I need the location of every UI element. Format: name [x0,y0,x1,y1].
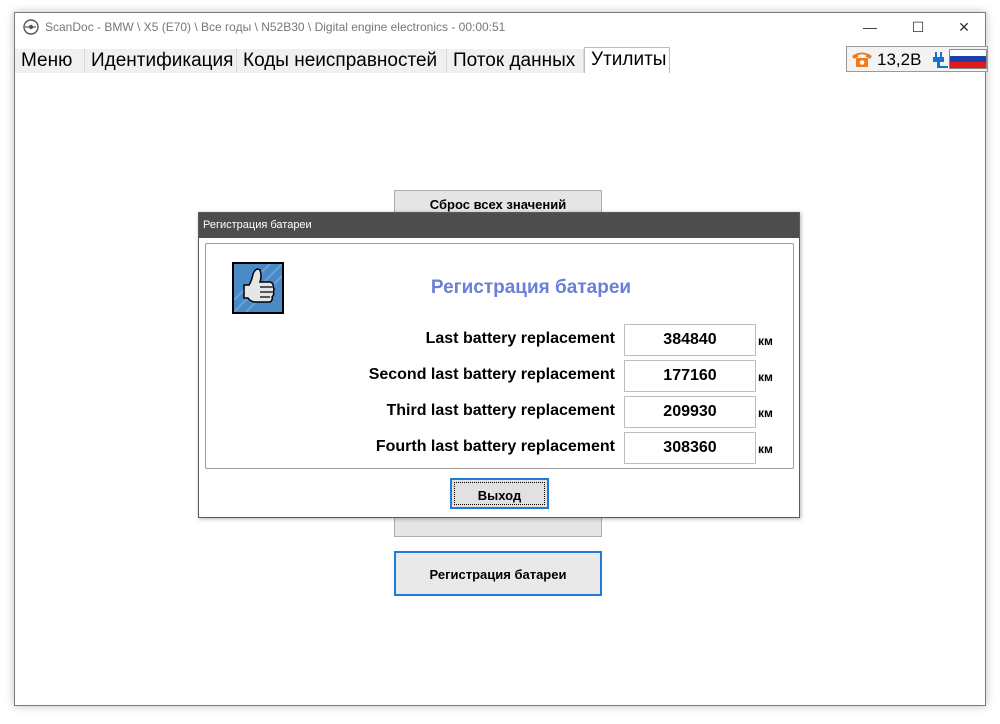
minimize-button[interactable]: — [847,13,893,41]
third-last-replacement-value: 209930 [624,396,756,428]
phone-icon [852,52,872,67]
close-icon: ✕ [958,18,970,35]
maximize-button[interactable]: ☐ [895,13,941,41]
scandoc-logo-icon [23,19,39,35]
fourth-last-replacement-unit: км [758,442,773,456]
second-last-replacement-unit: км [758,370,773,384]
app-window: ScanDoc - BMW \ X5 (E70) \ Все годы \ N5… [14,12,988,706]
window-title: ScanDoc - BMW \ X5 (E70) \ Все годы \ N5… [45,20,506,34]
battery-registration-button[interactable]: Регистрация батареи [394,551,602,596]
battery-registration-dialog: Регистрация батареи Регистрация батареи … [198,212,800,518]
minimize-icon: — [863,19,877,35]
voltage-readout: 13,2В [877,50,922,69]
status-panel: 13,2В [846,46,988,72]
maximize-icon: ☐ [911,18,925,35]
fourth-last-replacement-value: 308360 [624,432,756,464]
title-bar: ScanDoc - BMW \ X5 (E70) \ Все годы \ N5… [15,13,985,41]
dialog-panel: Регистрация батареи Last battery replace… [205,243,794,469]
fourth-last-replacement-label: Fourth last battery replacement [375,438,615,455]
last-replacement-unit: км [758,334,773,348]
third-last-replacement-unit: км [758,406,773,420]
dialog-title: Регистрация батареи [199,213,799,238]
last-replacement-value: 384840 [624,324,756,356]
power-plug-icon [933,52,948,68]
second-last-replacement-value: 177160 [624,360,756,392]
exit-button[interactable]: Выход [450,478,549,509]
tab-data-stream[interactable]: Поток данных [447,49,584,73]
close-button[interactable]: ✕ [941,13,987,41]
russia-flag-icon[interactable] [949,49,987,69]
last-replacement-label: Last battery replacement [425,330,615,347]
second-last-replacement-label: Second last battery replacement [368,366,615,383]
thumbs-up-icon [232,262,284,314]
exit-button-label: Выход [454,482,545,505]
dialog-heading: Регистрация батареи [430,277,632,298]
tab-bar: Меню Идентификация Коды неисправностей П… [15,47,985,73]
third-last-replacement-label: Third last battery replacement [386,402,615,419]
tab-menu[interactable]: Меню [15,49,85,73]
tab-identification[interactable]: Идентификация [85,49,237,73]
tab-fault-codes[interactable]: Коды неисправностей [237,49,447,73]
tab-utilities[interactable]: Утилиты [584,47,670,73]
